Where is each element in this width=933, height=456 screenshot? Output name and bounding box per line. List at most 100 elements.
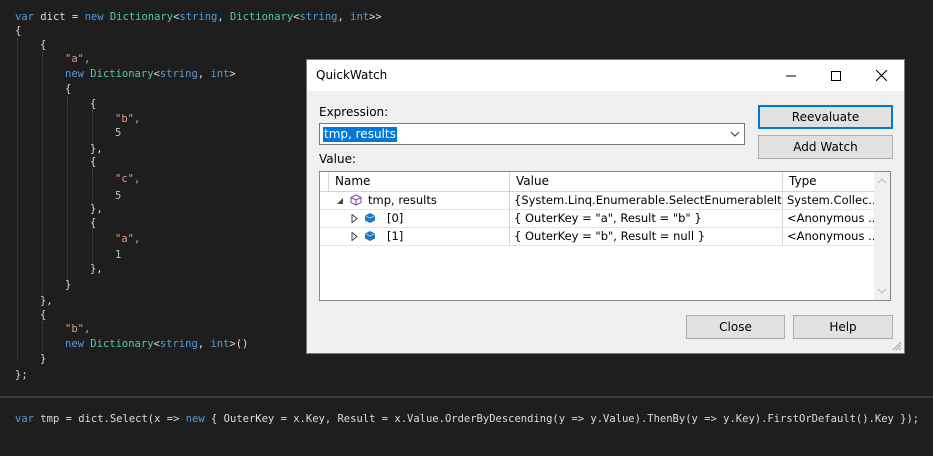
row-name: [1] [387,229,404,243]
code-line: new Dictionary<string, int> [65,67,236,81]
punct: , [337,11,351,23]
expression-label: Expression: [319,105,389,119]
table-row[interactable]: [0] { OuterKey = "a", Result = "b" } <An… [320,210,875,228]
punct: > [229,68,236,80]
title-bar[interactable]: QuickWatch [307,60,904,91]
row-value: {System.Linq.Enumerable.SelectEnumerable… [510,192,783,209]
scroll-down-icon[interactable] [874,284,890,298]
keyword: var [15,413,41,425]
code-line: { [90,217,97,229]
vertical-scrollbar[interactable] [874,172,890,300]
operator: => [697,413,724,425]
code-line: }; [15,369,28,381]
column-header-name[interactable]: Name [329,172,510,191]
code-line: } [65,279,72,291]
maximize-icon [831,70,841,81]
minimize-icon [786,75,796,76]
table-row[interactable]: tmp, results {System.Linq.Enumerable.Sel… [320,192,875,210]
code-line: 1 [115,249,122,261]
punct: >> [369,11,382,23]
keyword: string [159,68,198,80]
indent-guide [92,168,93,204]
dialog-title: QuickWatch [316,68,388,82]
row-name-cell: [0] [329,210,510,227]
code-text: .Value).ThenBy( [596,413,692,425]
indent-guide [92,228,93,264]
row-name: tmp, results [368,193,437,207]
keyword: string [179,11,218,23]
code-line: { [90,98,97,110]
close-window-button[interactable] [859,60,903,91]
column-header-type[interactable]: Type [783,172,875,191]
column-header-gutter [320,172,329,191]
keyword: string [159,338,198,350]
code-line: }, [90,203,103,215]
code-text: .Value.OrderByDescending( [400,413,559,425]
indent-guide [67,96,68,282]
code-line: "b", [115,113,141,125]
code-line: { [65,83,72,95]
row-value: { OuterKey = "a", Result = "b" } [510,210,783,227]
row-name: [0] [387,211,404,225]
indent-guide [42,52,43,294]
collapsed-arrow-icon[interactable] [351,214,359,223]
code-line: var dict = new Dictionary<string, Dictio… [15,10,382,24]
row-type: <Anonymous ... [787,229,875,243]
code-line: { [40,309,47,321]
code-line: new Dictionary<string, int>() [65,337,248,351]
operator: = [65,11,85,23]
punct: >() [229,338,249,350]
column-header-value[interactable]: Value [510,172,783,191]
help-button[interactable]: Help [793,315,893,339]
collapsed-arrow-icon[interactable] [351,232,359,241]
code-line: 5 [115,190,122,202]
minimize-button[interactable] [769,60,813,91]
reevaluate-button[interactable]: Reevaluate [758,105,893,129]
code-line: { [40,39,47,51]
indent-guide [17,38,18,360]
resize-grip-icon[interactable] [891,340,902,351]
keyword: new [65,68,91,80]
type-name: Dictionary [90,338,154,350]
maximize-button[interactable] [814,60,858,91]
add-watch-button[interactable]: Add Watch [758,135,893,159]
code-line: }, [90,143,103,155]
value-label: Value: [319,152,356,166]
identifier: dict [40,11,66,23]
chevron-down-icon[interactable] [730,130,740,138]
code-line: }, [90,263,103,275]
row-name-cell: tmp, results [329,192,510,209]
code-line: 5 [115,127,122,139]
code-line: "c", [115,173,141,185]
operator: => [160,413,186,425]
code-line: { [90,156,97,168]
expanded-arrow-icon[interactable] [336,197,344,205]
keyword: int [210,68,230,80]
indent-guide [42,322,43,352]
watch-grid[interactable]: Name Value Type tmp, results {System.Lin… [319,171,891,301]
bottom-code-line[interactable]: var tmp = dict.Select(x => new { OuterKe… [15,412,919,426]
method: .Select( [103,413,155,425]
quickwatch-dialog: QuickWatch Expression: tmp, results Reev… [306,59,905,354]
code-line: "a", [65,53,91,65]
field-icon [364,213,376,223]
code-text: .Key).FirstOrDefault().Key }); [729,413,920,425]
code-text: { OuterKey = [211,413,294,425]
punct: , [197,68,211,80]
identifier: tmp [40,413,60,425]
expression-combobox[interactable]: tmp, results [319,123,745,145]
code-line: "a", [115,233,141,245]
expression-input[interactable]: tmp, results [323,127,397,142]
code-line: { [15,25,22,37]
table-row[interactable]: [1] { OuterKey = "b", Result = null } <A… [320,228,875,246]
scroll-up-icon[interactable] [874,174,890,188]
indent-guide [92,110,93,146]
code-line: } [40,353,47,365]
type-name: Dictionary [90,68,154,80]
keyword: string [299,11,338,23]
row-type: System.Collec... [787,193,875,207]
keyword: new [84,11,110,23]
row-type: <Anonymous ... [787,211,875,225]
close-button[interactable]: Close [686,315,785,339]
keyword: var [15,11,41,23]
